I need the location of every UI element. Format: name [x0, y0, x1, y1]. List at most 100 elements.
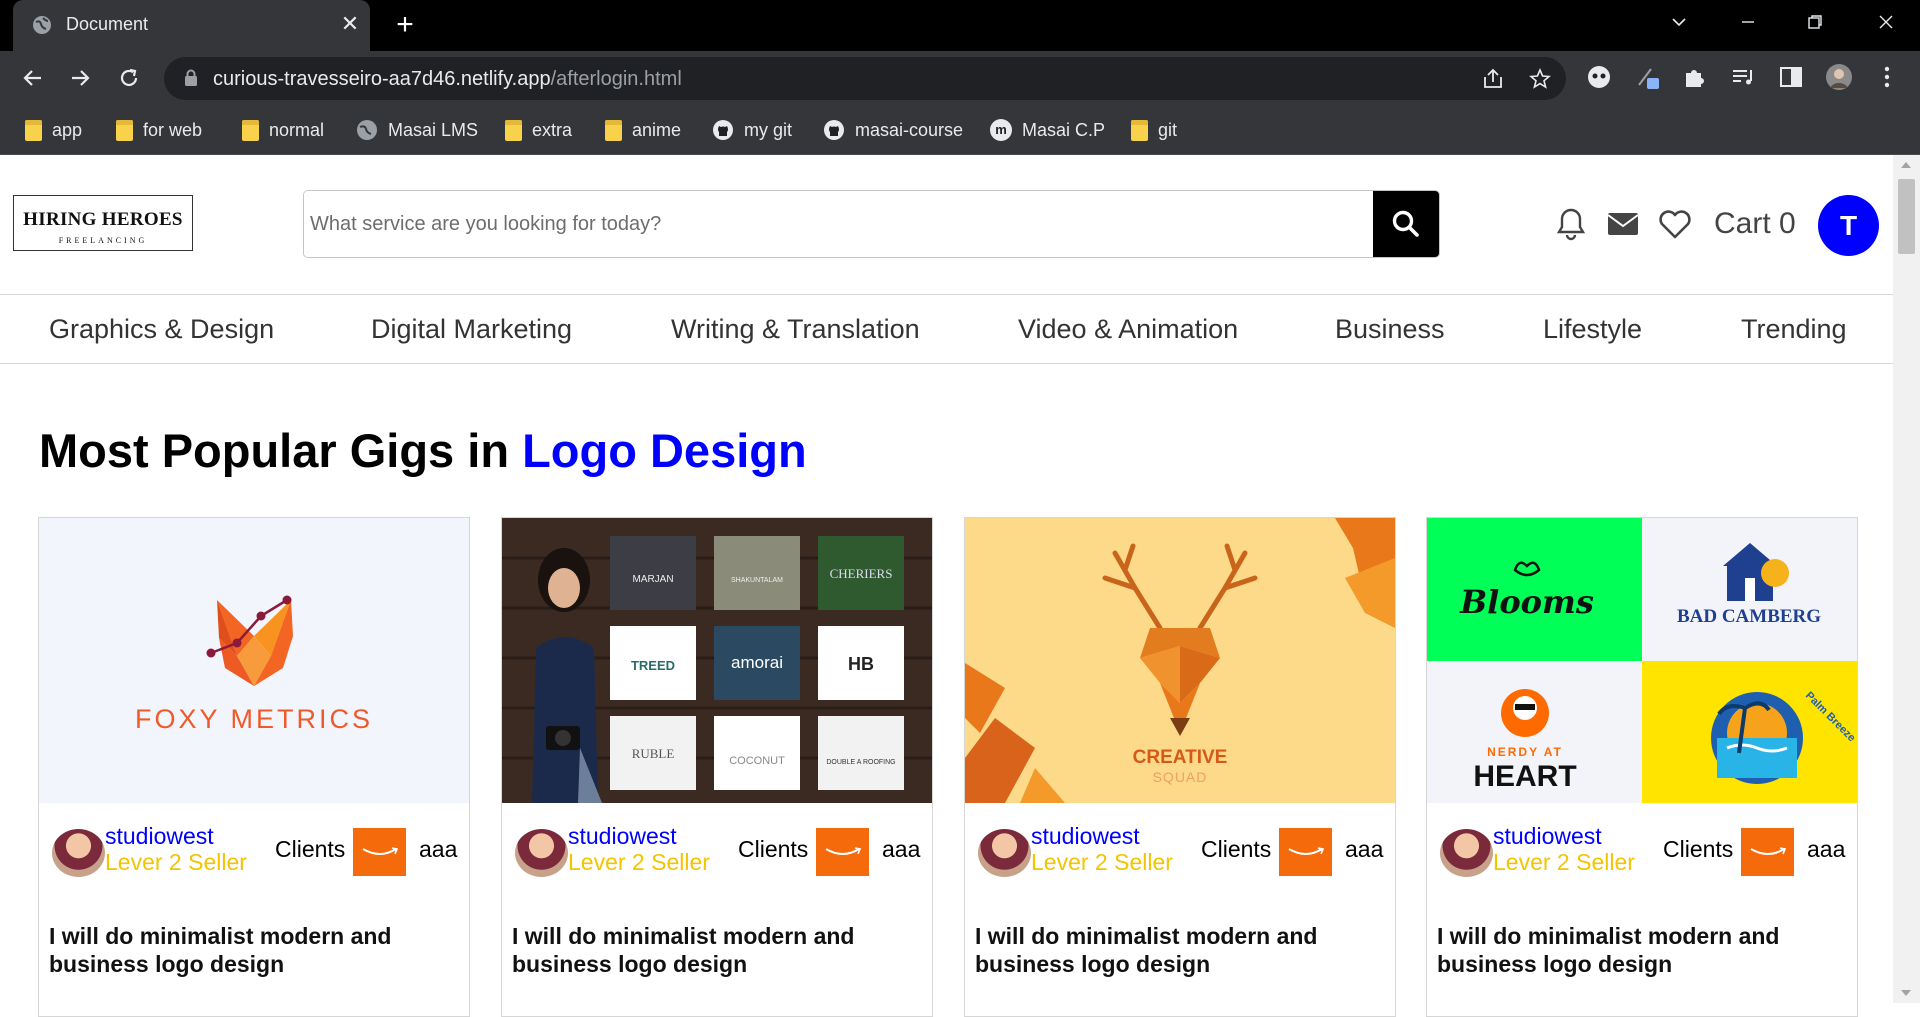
gig-card[interactable]: MARJAN SHAKUNTALAM CHERIERS TREED amorai… [501, 517, 933, 1017]
globe-icon [33, 16, 51, 34]
folder-icon [505, 119, 522, 141]
bookmark-git[interactable]: git [1131, 117, 1177, 143]
back-icon[interactable] [16, 61, 50, 95]
category-lifestyle[interactable]: Lifestyle [1543, 314, 1642, 345]
section-heading: Most Popular Gigs in Logo Design [39, 423, 807, 478]
seller-avatar[interactable] [515, 829, 568, 877]
bookmark-label: app [52, 119, 83, 140]
seller-name[interactable]: studiowest [1031, 823, 1140, 850]
svg-text:SHAKUNTALAM: SHAKUNTALAM [731, 577, 783, 584]
tab-title: Document [66, 14, 149, 34]
share-icon[interactable] [1481, 67, 1505, 91]
scroll-up-arrow-icon[interactable] [1901, 162, 1911, 168]
client-name: aaa [1807, 836, 1846, 862]
minimize-icon[interactable] [1728, 8, 1768, 38]
bookmark-masai-cp[interactable]: m Masai C.P [990, 117, 1105, 143]
browser-chrome: Document ✕ + curious-travesseiro-aa7d46.… [0, 0, 1920, 155]
gig-card[interactable]: FOXY METRICS studiowest Lever 2 Seller C… [38, 517, 470, 1017]
mail-icon[interactable] [1606, 207, 1640, 241]
category-video-animation[interactable]: Video & Animation [1018, 314, 1238, 345]
restore-icon[interactable] [1795, 8, 1835, 38]
bookmark-label: masai-course [855, 119, 964, 140]
seller-info: studiowest Lever 2 Seller Clients aaa [1440, 814, 1846, 877]
cart-link[interactable]: Cart 0 [1714, 207, 1796, 241]
gig-card[interactable]: CREATIVE SQUAD studiowest Lever 2 Seller… [964, 517, 1396, 1017]
bookmark-anime[interactable]: anime [605, 117, 681, 143]
category-digital-marketing[interactable]: Digital Marketing [371, 314, 572, 345]
site-logo[interactable]: HIRING HEROES FREELANCING [13, 195, 193, 251]
bookmark-app[interactable]: app [25, 117, 82, 143]
seller-avatar[interactable] [52, 829, 105, 877]
folder-icon [605, 119, 622, 141]
bookmark-my-git[interactable]: my git [712, 117, 792, 143]
gig-title[interactable]: I will do minimalist modern and business… [975, 922, 1385, 978]
folder-icon [242, 119, 259, 141]
svg-text:DOUBLE A ROOFING: DOUBLE A ROOFING [826, 759, 895, 766]
gig-title[interactable]: I will do minimalist modern and business… [49, 922, 459, 978]
github-icon [824, 120, 844, 140]
tab-search-icon[interactable] [1659, 8, 1699, 38]
profile-avatar-icon[interactable] [1825, 63, 1853, 91]
github-icon [713, 120, 733, 140]
site-header: HIRING HEROES FREELANCING Cart 0 T [0, 155, 1893, 295]
close-window-icon[interactable] [1866, 8, 1906, 38]
gig-title[interactable]: I will do minimalist modern and business… [512, 922, 922, 978]
search-button[interactable] [1373, 191, 1439, 257]
browser-tab[interactable]: Document ✕ [13, 0, 370, 51]
forward-icon[interactable] [63, 61, 97, 95]
side-panel-icon[interactable] [1777, 63, 1805, 91]
media-queue-icon[interactable] [1729, 63, 1757, 91]
seller-level: Lever 2 Seller [568, 849, 710, 875]
browser-toolbar: curious-travesseiro-aa7d46.netlify.app/a… [0, 51, 1920, 105]
gig-title[interactable]: I will do minimalist modern and business… [1437, 922, 1847, 978]
close-tab-icon[interactable]: ✕ [338, 12, 362, 36]
new-tab-button[interactable]: + [389, 10, 421, 42]
seller-avatar[interactable] [1440, 829, 1493, 877]
puzzle-icon[interactable] [1681, 63, 1709, 91]
bell-icon[interactable] [1555, 207, 1587, 241]
seller-level: Lever 2 Seller [105, 849, 247, 875]
category-trending[interactable]: Trending [1741, 314, 1847, 345]
amazon-logo-icon [353, 828, 406, 876]
bookmark-for-web[interactable]: for web [116, 117, 202, 143]
extension-icon[interactable] [1585, 63, 1613, 91]
category-graphics-design[interactable]: Graphics & Design [49, 314, 274, 345]
pen-extension-icon[interactable] [1633, 63, 1661, 91]
menu-dots-icon[interactable] [1873, 63, 1901, 91]
deer-logo-image: CREATIVE SQUAD [965, 518, 1395, 803]
svg-text:HEART: HEART [1473, 760, 1576, 793]
bookmark-label: normal [269, 119, 325, 140]
seller-avatar[interactable] [978, 829, 1031, 877]
bookmark-extra[interactable]: extra [505, 117, 572, 143]
svg-text:NERDY AT: NERDY AT [1487, 745, 1563, 759]
logo-collection-image: Blooms BAD CAMBERG NERDY AT HEART Palm B… [1427, 518, 1857, 803]
scroll-down-arrow-icon[interactable] [1901, 990, 1911, 996]
reload-icon[interactable] [112, 61, 146, 95]
bookmark-masai-lms[interactable]: Masai LMS [356, 117, 478, 143]
bookmark-normal[interactable]: normal [242, 117, 324, 143]
bookmark-label: for web [143, 119, 203, 140]
gig-card[interactable]: Blooms BAD CAMBERG NERDY AT HEART Palm B… [1426, 517, 1858, 1017]
category-writing-translation[interactable]: Writing & Translation [671, 314, 920, 345]
url-host: curious-travesseiro-aa7d46.netlify.app [213, 68, 551, 90]
user-avatar[interactable]: T [1818, 195, 1879, 256]
seller-name[interactable]: studiowest [1493, 823, 1602, 850]
seller-name[interactable]: studiowest [568, 823, 677, 850]
scrollbar-thumb[interactable] [1898, 179, 1915, 254]
clients-label: Clients [1201, 836, 1272, 862]
search-bar [303, 190, 1440, 258]
page-scrollbar[interactable] [1893, 155, 1920, 1003]
search-input[interactable] [304, 191, 1374, 257]
tab-strip: Document ✕ + [0, 0, 1920, 51]
seller-name[interactable]: studiowest [105, 823, 214, 850]
category-business[interactable]: Business [1335, 314, 1445, 345]
heart-icon[interactable] [1658, 207, 1692, 241]
address-bar[interactable]: curious-travesseiro-aa7d46.netlify.app/a… [164, 57, 1566, 100]
clients-label: Clients [275, 836, 346, 862]
folder-icon [25, 119, 42, 141]
masai-icon: m [990, 119, 1012, 141]
bookmark-masai-course[interactable]: masai-course [823, 117, 963, 143]
bookmark-star-icon[interactable] [1528, 67, 1552, 91]
gig-thumbnail: CREATIVE SQUAD [965, 518, 1395, 803]
amazon-logo-icon [1279, 828, 1332, 876]
